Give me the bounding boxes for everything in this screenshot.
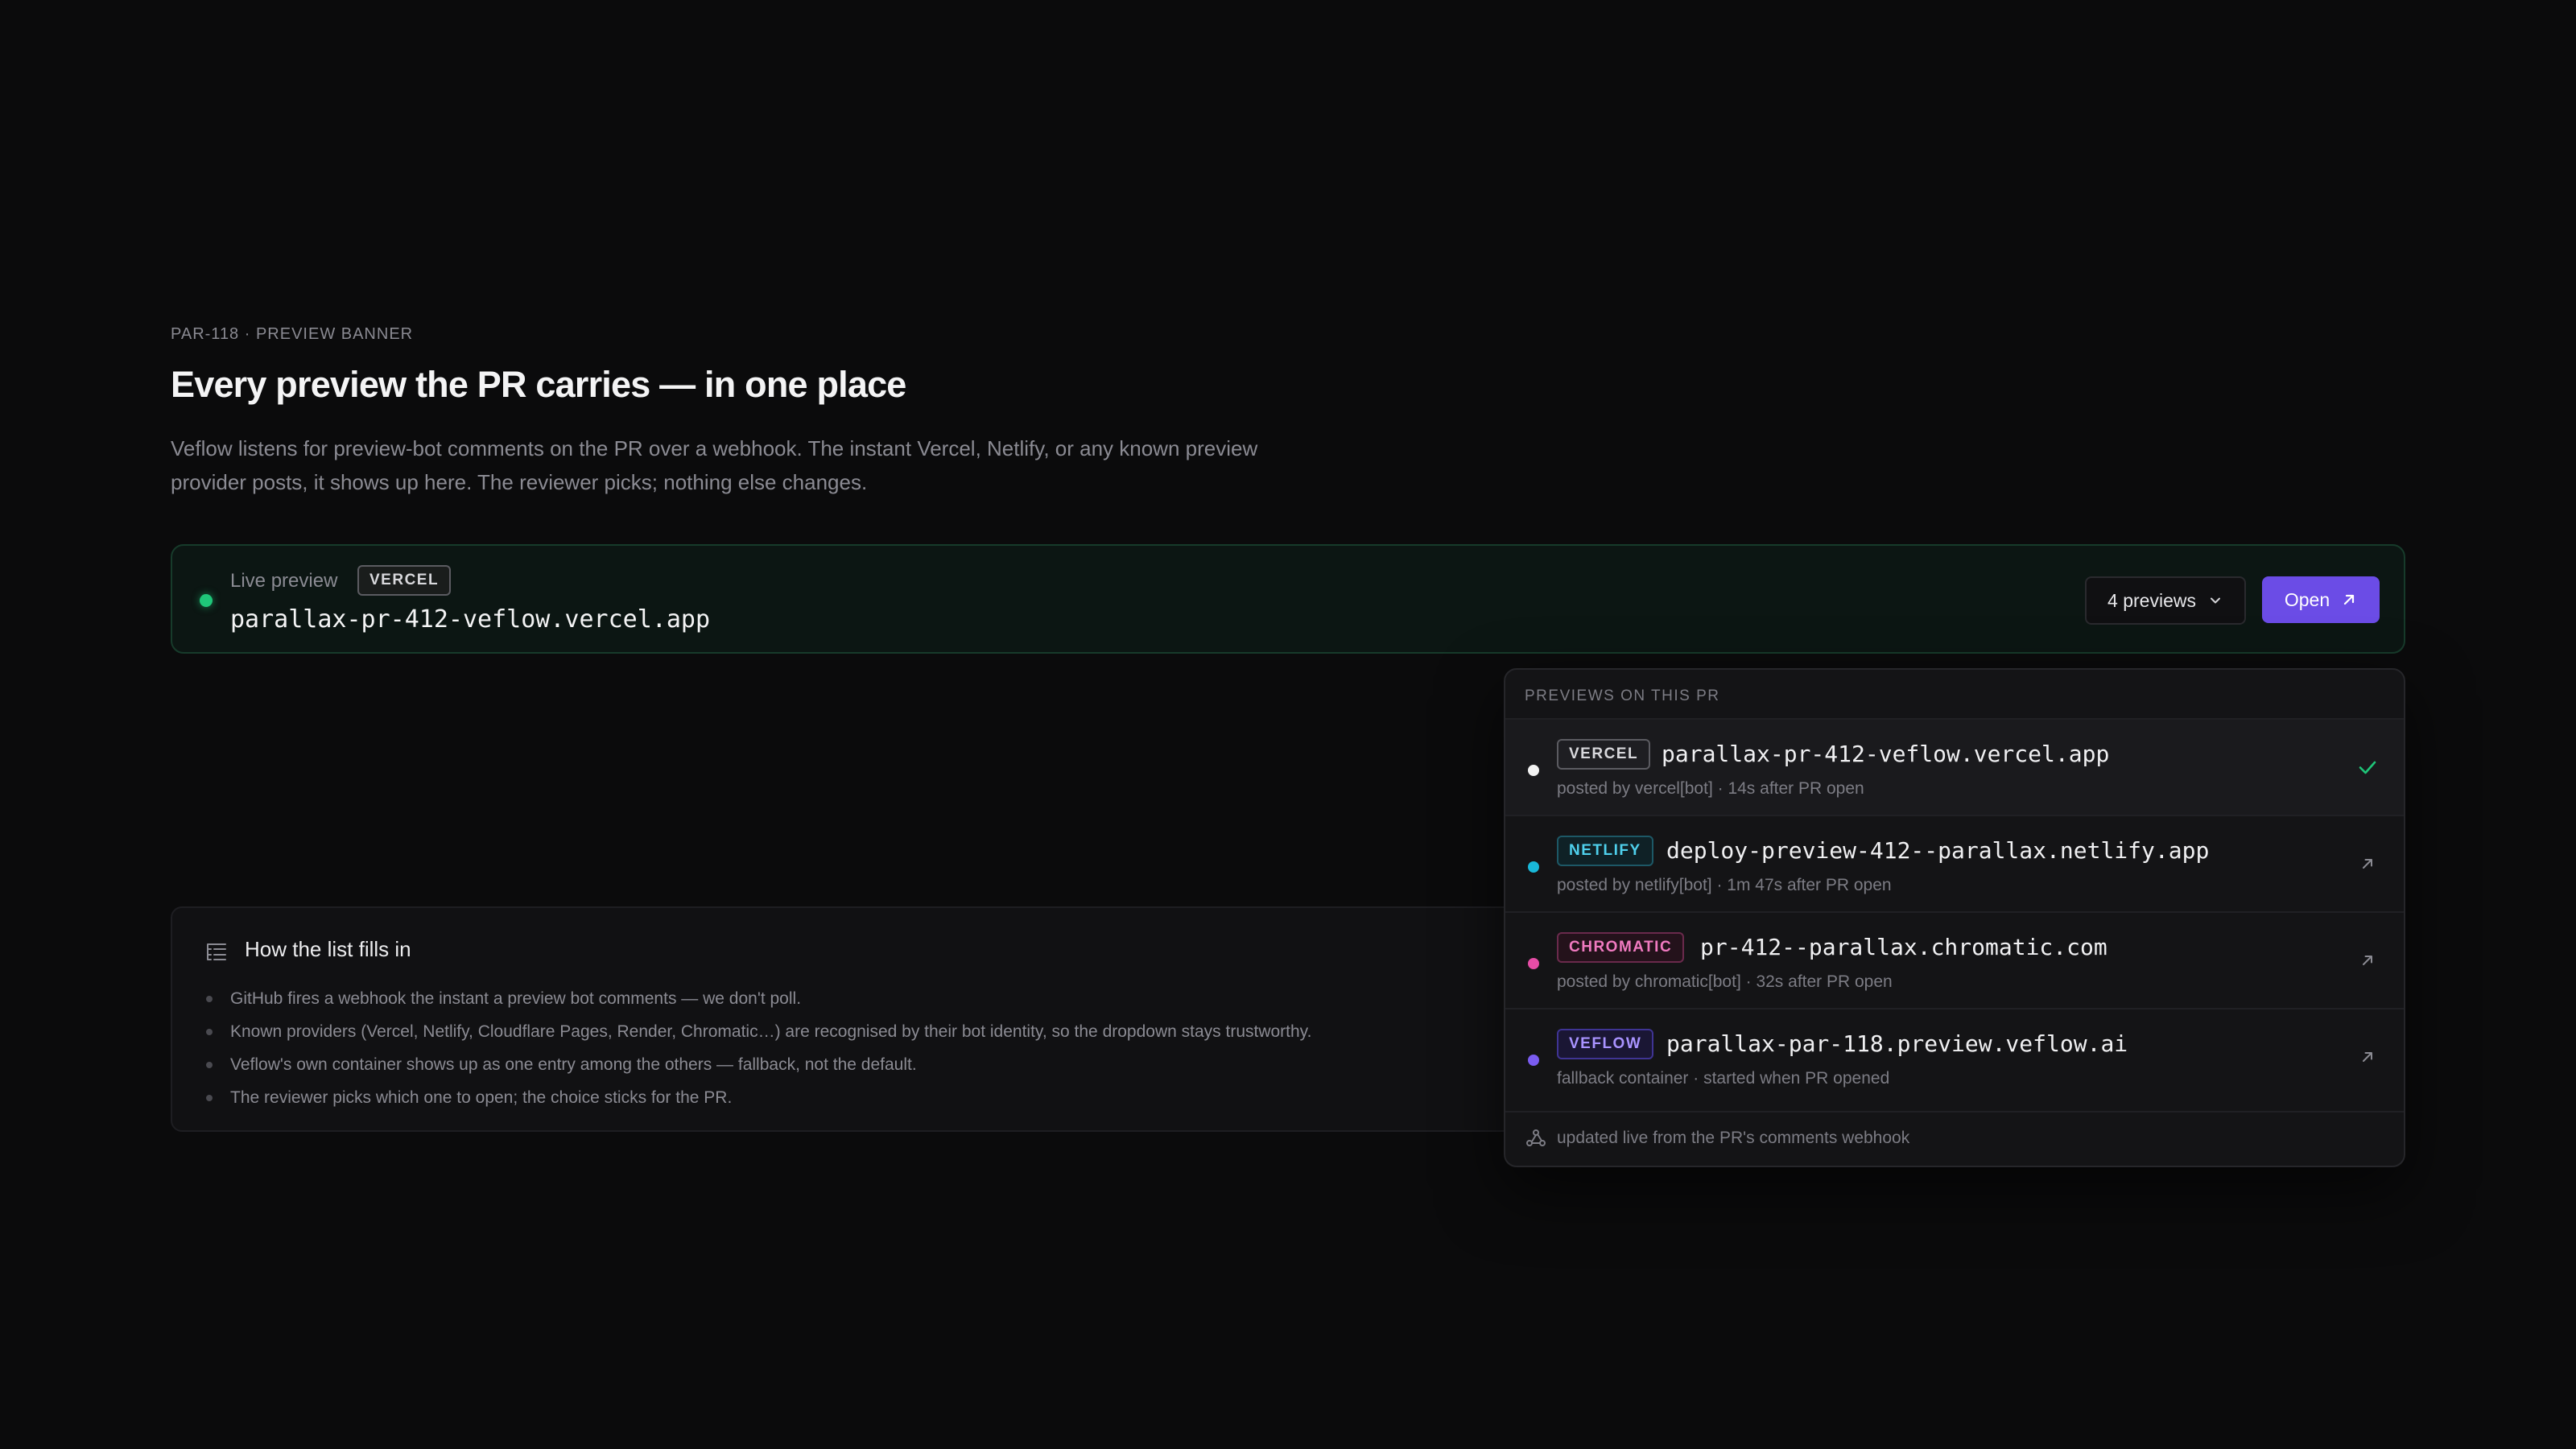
external-link-icon [2344, 594, 2355, 605]
provider-badge: NETLIFY [1557, 836, 1653, 866]
preview-url: parallax-par-118.preview.veflow.ai [1666, 1030, 2128, 1057]
previews-dropdown-menu: PREVIEWS ON THIS PR VERCEL parallax-pr-4… [1504, 668, 2405, 1167]
live-status-dot [200, 594, 213, 607]
dropdown-footer: updated live from the PR's comments webh… [1505, 1111, 2404, 1166]
preview-url: pr-412--parallax.chromatic.com [1700, 934, 2107, 960]
list-item: Veflow's own container shows up as one e… [204, 1048, 1311, 1081]
status-dot [1528, 765, 1539, 776]
open-button-label: Open [2284, 588, 2330, 610]
external-link-icon[interactable] [2355, 1045, 2380, 1069]
provider-badge: VEFLOW [1557, 1029, 1654, 1059]
preview-url: parallax-pr-412-veflow.vercel.app [1662, 741, 2110, 767]
how-it-works-card: How the list fills in GitHub fires a web… [171, 906, 1700, 1132]
preview-option-veflow[interactable]: VEFLOW parallax-par-118.preview.veflow.a… [1505, 1008, 2404, 1104]
provider-badge: VERCEL [357, 565, 452, 596]
provider-badge: VERCEL [1557, 739, 1651, 770]
dropdown-header: PREVIEWS ON THIS PR [1525, 687, 1720, 704]
status-dot [1528, 958, 1539, 969]
status-dot [1528, 1055, 1539, 1066]
live-preview-label: Live preview [230, 570, 338, 592]
preview-banner: Live preview VERCEL parallax-pr-412-vefl… [171, 544, 2405, 654]
how-card-title: How the list fills in [245, 937, 411, 961]
open-preview-button[interactable]: Open [2262, 576, 2380, 623]
list-item: GitHub fires a webhook the instant a pre… [204, 982, 1311, 1015]
preview-meta: posted by chromatic[bot] · 32s after PR … [1557, 972, 1893, 991]
preview-option-chromatic[interactable]: CHROMATIC pr-412--parallax.chromatic.com… [1505, 911, 2404, 1008]
page-description: Veflow listens for preview-bot comments … [171, 436, 1258, 494]
list-item: Known providers (Vercel, Netlify, Cloudf… [204, 1015, 1311, 1048]
eyebrow-label: PAR-118 · PREVIEW BANNER [171, 325, 414, 343]
preview-url: parallax-pr-412-veflow.vercel.app [230, 605, 711, 634]
preview-url: deploy-preview-412--parallax.netlify.app [1666, 837, 2210, 864]
preview-meta: posted by vercel[bot] · 14s after PR ope… [1557, 779, 1864, 798]
preview-meta: posted by netlify[bot] · 1m 47s after PR… [1557, 876, 1892, 894]
preview-meta: fallback container · started when PR ope… [1557, 1069, 1890, 1088]
list-item: The reviewer picks which one to open; th… [204, 1081, 1311, 1114]
webhook-status-text: updated live from the PR's comments webh… [1557, 1129, 1910, 1147]
previews-count-label: 4 previews [2107, 589, 2196, 611]
list-tree-icon [207, 943, 226, 960]
status-dot [1528, 861, 1539, 873]
external-link-icon[interactable] [2355, 948, 2380, 972]
page-title: Every preview the PR carries — in one pl… [171, 364, 906, 405]
preview-option-netlify[interactable]: NETLIFY deploy-preview-412--parallax.net… [1505, 815, 2404, 911]
webhook-icon [1526, 1129, 1546, 1146]
chevron-down-icon [2210, 597, 2220, 604]
preview-option-vercel[interactable]: VERCEL parallax-pr-412-veflow.vercel.app… [1505, 718, 2404, 815]
provider-badge: CHROMATIC [1557, 932, 1685, 963]
external-link-icon[interactable] [2355, 852, 2380, 876]
how-steps-list: GitHub fires a webhook the instant a pre… [204, 982, 1311, 1114]
previews-dropdown-button[interactable]: 4 previews [2085, 576, 2246, 625]
check-icon [2359, 761, 2376, 774]
